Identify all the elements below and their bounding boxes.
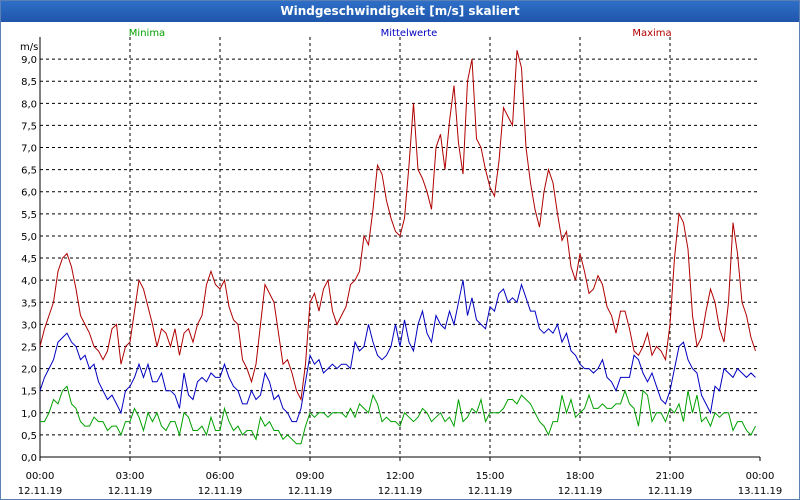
- y-tick-label: 7,0: [21, 144, 37, 155]
- y-tick-label: 6,0: [21, 188, 37, 199]
- y-tick-label: 3,0: [21, 320, 37, 331]
- y-tick-label: 9,0: [21, 55, 37, 66]
- y-tick-label: 3,5: [21, 298, 37, 309]
- legend-mittelwerte: Mittelwerte: [381, 28, 438, 39]
- x-tick-date: 12.11.19: [558, 486, 603, 497]
- y-tick-label: 0,0: [21, 453, 37, 464]
- y-tick-label: 1,5: [21, 387, 37, 398]
- legend-minima: Minima: [129, 28, 165, 39]
- y-tick-label: 7,5: [21, 121, 37, 132]
- y-tick-label: 8,0: [21, 99, 37, 110]
- wind-speed-chart: m/s 0,0 0,5 1,0 1,5 2,0 2,5 3,0 3,5 4,0 4,5 5,0 5,5…: [18, 28, 783, 497]
- x-tick-date: 12.11.19: [198, 486, 243, 497]
- x-tick-time: 18:00: [566, 471, 595, 482]
- x-tick-date: 12.11.19: [18, 486, 63, 497]
- x-tick-time: 03:00: [116, 471, 145, 482]
- y-tick-label: 5,0: [21, 232, 37, 243]
- x-tick-time: 09:00: [296, 471, 325, 482]
- y-tick-label: 8,5: [21, 77, 37, 88]
- x-tick-time: 21:00: [656, 471, 685, 482]
- x-tick-date: 12.11.19: [378, 486, 423, 497]
- y-tick-label: 5,5: [21, 210, 37, 221]
- y-tick-label: 2,0: [21, 365, 37, 376]
- x-tick-date: 12.11.19: [288, 486, 333, 497]
- y-tick-label: 2,5: [21, 342, 37, 353]
- y-axis-unit: m/s: [20, 42, 38, 53]
- y-ticks: 0,0 0,5 1,0 1,5 2,0 2,5 3,0 3,5 4,0 4,5 5,0 5,5 6,0 6…: [21, 55, 37, 464]
- y-tick-label: 0,5: [21, 431, 37, 442]
- x-tick-time: 15:00: [476, 471, 505, 482]
- x-tick-time: 00:00: [26, 471, 55, 482]
- x-tick-time: 12:00: [386, 471, 415, 482]
- y-tick-label: 4,5: [21, 254, 37, 265]
- x-tick-time: 06:00: [206, 471, 235, 482]
- x-tick-date: 12.11.19: [648, 486, 693, 497]
- x-tick-date: 12.11.19: [108, 486, 153, 497]
- x-tick-date: 12.11.19: [468, 486, 513, 497]
- y-tick-label: 1,0: [21, 409, 37, 420]
- y-tick-label: 4,0: [21, 276, 37, 287]
- x-tick-date: 13.11.19: [738, 486, 783, 497]
- legend-maxima: Maxima: [632, 28, 671, 39]
- x-ticks: 00:00 12.11.19 03:00 12.11.19 06:00 12.11.19 0…: [18, 457, 783, 497]
- y-tick-label: 6,5: [21, 166, 37, 177]
- x-tick-time: 00:00: [746, 471, 775, 482]
